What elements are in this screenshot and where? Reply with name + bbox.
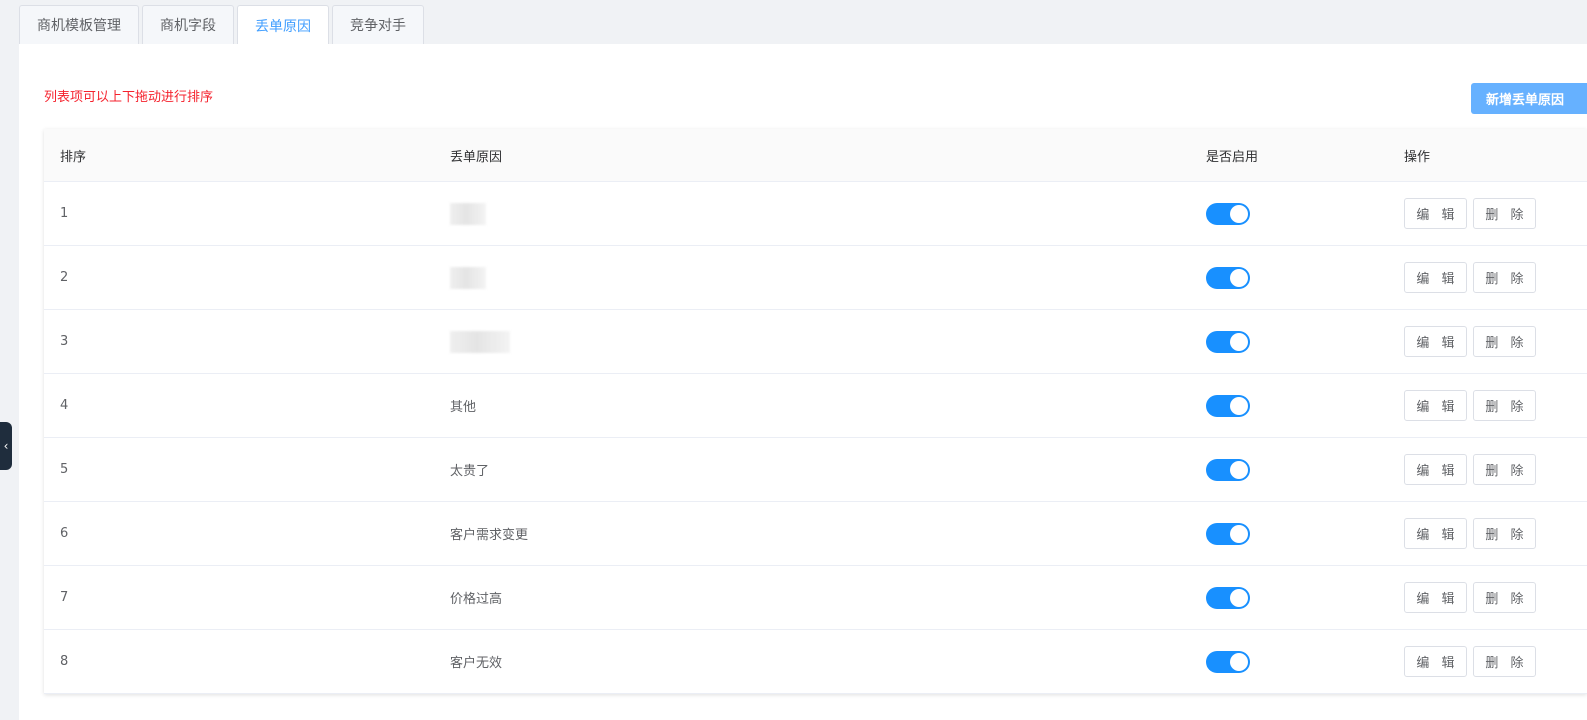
enabled-toggle[interactable] [1206,650,1250,673]
enabled-toggle[interactable] [1206,394,1250,417]
row-enabled [1206,566,1250,629]
tab-lost-reasons[interactable]: 丢单原因 [237,5,329,45]
delete-button[interactable]: 删 除 [1473,262,1536,293]
toggle-knob [1230,204,1248,223]
row-actions: 编 辑 删 除 [1404,310,1542,373]
reason-text: 其他 [450,400,477,415]
delete-button[interactable]: 删 除 [1473,454,1536,485]
table-header: 排序 丢单原因 是否启用 操作 [44,129,1587,182]
row-enabled [1206,246,1250,309]
chevron-left-icon: ‹ [3,439,9,453]
enabled-toggle[interactable] [1206,522,1250,545]
row-actions: 编 辑 删 除 [1404,374,1542,437]
redacted-reason [450,330,510,353]
reason-text: 客户需求变更 [450,528,529,543]
table-row[interactable]: 6 客户需求变更 编 辑 删 除 [44,502,1587,566]
header-order: 排序 [60,149,87,165]
row-enabled [1206,438,1250,501]
edit-button[interactable]: 编 辑 [1404,326,1467,357]
edit-button[interactable]: 编 辑 [1404,518,1467,549]
edit-button[interactable]: 编 辑 [1404,390,1467,421]
tab-bar: 商机模板管理 商机字段 丢单原因 竞争对手 [19,5,427,45]
row-order: 7 [60,590,69,605]
edit-button[interactable]: 编 辑 [1404,454,1467,485]
content-panel: 列表项可以上下拖动进行排序 新增丢单原因 排序 丢单原因 是否启用 操作 1 编… [19,44,1587,720]
table-row[interactable]: 7 价格过高 编 辑 删 除 [44,566,1587,630]
enabled-toggle[interactable] [1206,266,1250,289]
edit-button[interactable]: 编 辑 [1404,646,1467,677]
sidebar-collapse-handle[interactable]: ‹ [0,422,12,470]
table-row[interactable]: 2 编 辑 删 除 [44,246,1587,310]
enabled-toggle[interactable] [1206,586,1250,609]
table-row[interactable]: 4 其他 编 辑 删 除 [44,374,1587,438]
row-order: 6 [60,526,69,541]
row-order: 4 [60,398,69,413]
delete-button[interactable]: 删 除 [1473,390,1536,421]
toggle-knob [1230,460,1248,479]
tab-competitors[interactable]: 竞争对手 [332,5,424,44]
delete-button[interactable]: 删 除 [1473,518,1536,549]
edit-button[interactable]: 编 辑 [1404,198,1467,229]
row-order: 2 [60,270,69,285]
reason-text: 客户无效 [450,656,503,671]
row-order: 8 [60,654,69,669]
table-body: 1 编 辑 删 除 2 编 辑 删 除 3 编 辑 删 除 4 其他 编 辑 删… [44,182,1587,694]
row-reason [450,246,486,309]
row-order: 3 [60,334,69,349]
row-order: 1 [60,206,69,221]
row-reason: 其他 [450,374,476,437]
table-row[interactable]: 1 编 辑 删 除 [44,182,1587,246]
row-reason: 客户需求变更 [450,502,528,565]
toggle-knob [1230,652,1248,671]
header-reason: 丢单原因 [450,149,503,165]
row-actions: 编 辑 删 除 [1404,502,1542,565]
edit-button[interactable]: 编 辑 [1404,582,1467,613]
toggle-knob [1230,524,1248,543]
row-enabled [1206,502,1250,565]
row-reason: 太贵了 [450,438,489,501]
lost-reasons-table: 排序 丢单原因 是否启用 操作 1 编 辑 删 除 2 编 辑 删 除 3 编 … [44,129,1587,694]
redacted-reason [450,202,486,225]
row-enabled [1206,374,1250,437]
row-reason [450,310,510,373]
row-reason [450,182,486,245]
delete-button[interactable]: 删 除 [1473,646,1536,677]
delete-button[interactable]: 删 除 [1473,198,1536,229]
row-actions: 编 辑 删 除 [1404,630,1542,693]
row-actions: 编 辑 删 除 [1404,566,1542,629]
row-order: 5 [60,462,69,477]
table-row[interactable]: 3 编 辑 删 除 [44,310,1587,374]
row-reason: 价格过高 [450,566,502,629]
row-enabled [1206,630,1250,693]
header-actions: 操作 [1404,149,1431,165]
table-row[interactable]: 8 客户无效 编 辑 删 除 [44,630,1587,694]
add-lost-reason-button[interactable]: 新增丢单原因 [1471,83,1587,114]
enabled-toggle[interactable] [1206,330,1250,353]
page: 商机模板管理 商机字段 丢单原因 竞争对手 列表项可以上下拖动进行排序 新增丢单… [0,0,1587,720]
tab-opportunity-template[interactable]: 商机模板管理 [19,5,139,44]
redacted-reason [450,266,486,289]
toggle-knob [1230,268,1248,287]
enabled-toggle[interactable] [1206,202,1250,225]
sort-hint: 列表项可以上下拖动进行排序 [44,90,214,105]
table-row[interactable]: 5 太贵了 编 辑 删 除 [44,438,1587,502]
row-enabled [1206,182,1250,245]
row-enabled [1206,310,1250,373]
reason-text: 价格过高 [450,592,503,607]
toggle-knob [1230,332,1248,351]
row-actions: 编 辑 删 除 [1404,182,1542,245]
delete-button[interactable]: 删 除 [1473,326,1536,357]
edit-button[interactable]: 编 辑 [1404,262,1467,293]
enabled-toggle[interactable] [1206,458,1250,481]
reason-text: 太贵了 [450,464,490,479]
row-actions: 编 辑 删 除 [1404,438,1542,501]
row-reason: 客户无效 [450,630,502,693]
toggle-knob [1230,588,1248,607]
row-actions: 编 辑 删 除 [1404,246,1542,309]
header-enabled: 是否启用 [1206,149,1259,165]
toggle-knob [1230,396,1248,415]
delete-button[interactable]: 删 除 [1473,582,1536,613]
tab-opportunity-fields[interactable]: 商机字段 [142,5,234,44]
